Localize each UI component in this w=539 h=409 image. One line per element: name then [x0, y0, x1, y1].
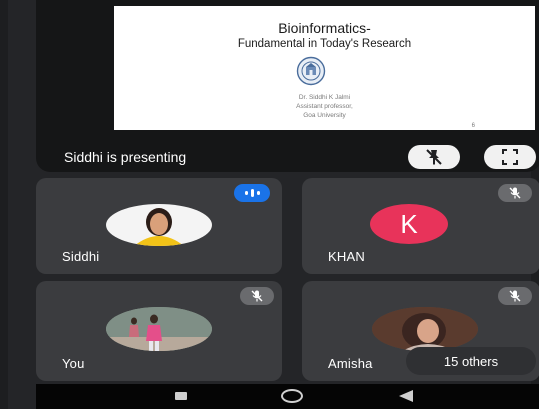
muted-indicator	[498, 184, 532, 202]
system-navigation-bar	[36, 384, 539, 409]
university-seal-icon	[296, 56, 326, 86]
avatar	[106, 307, 212, 351]
participant-name: KHAN	[328, 249, 365, 264]
avatar	[106, 204, 212, 246]
presenting-status: Siddhi is presenting	[64, 149, 187, 165]
recents-square-icon[interactable]	[175, 392, 187, 400]
slide-page-number: 6	[471, 123, 475, 129]
participant-name: You	[62, 356, 85, 371]
participant-tile-you[interactable]: You	[36, 281, 282, 381]
participant-tile-khan[interactable]: K KHAN	[302, 178, 539, 274]
slide-subtitle: Fundamental in Today's Research	[237, 38, 412, 50]
fullscreen-button[interactable]	[484, 145, 536, 169]
mic-off-icon	[251, 290, 263, 302]
muted-indicator	[498, 287, 532, 305]
participant-tile-siddhi[interactable]: Siddhi	[36, 178, 282, 274]
slide-presenter-affiliation: Goa University	[303, 112, 346, 119]
participant-name: Siddhi	[62, 249, 100, 264]
speaking-indicator	[234, 184, 270, 202]
pin-off-icon	[426, 149, 442, 165]
slide-title: Bioinformatics-	[278, 20, 371, 36]
shared-slide: Bioinformatics- Fundamental in Today's R…	[114, 6, 535, 130]
mic-off-icon	[509, 290, 521, 302]
fullscreen-icon	[502, 149, 518, 165]
slide-presenter-role: Assistant professor,	[296, 103, 353, 110]
avatar: K	[370, 204, 448, 244]
slide-presenter-name: Dr. Siddhi K Jalmi	[298, 94, 351, 101]
presentation-area[interactable]: Bioinformatics- Fundamental in Today's R…	[36, 0, 539, 172]
avatar	[372, 307, 478, 351]
muted-indicator	[240, 287, 274, 305]
mic-off-icon	[509, 187, 521, 199]
others-button[interactable]: 15 others	[406, 347, 536, 375]
home-circle-icon[interactable]	[281, 389, 303, 403]
back-triangle-icon[interactable]	[399, 390, 413, 402]
left-edge	[0, 0, 8, 409]
participant-name: Amisha	[328, 356, 373, 371]
unpin-button[interactable]	[408, 145, 460, 169]
